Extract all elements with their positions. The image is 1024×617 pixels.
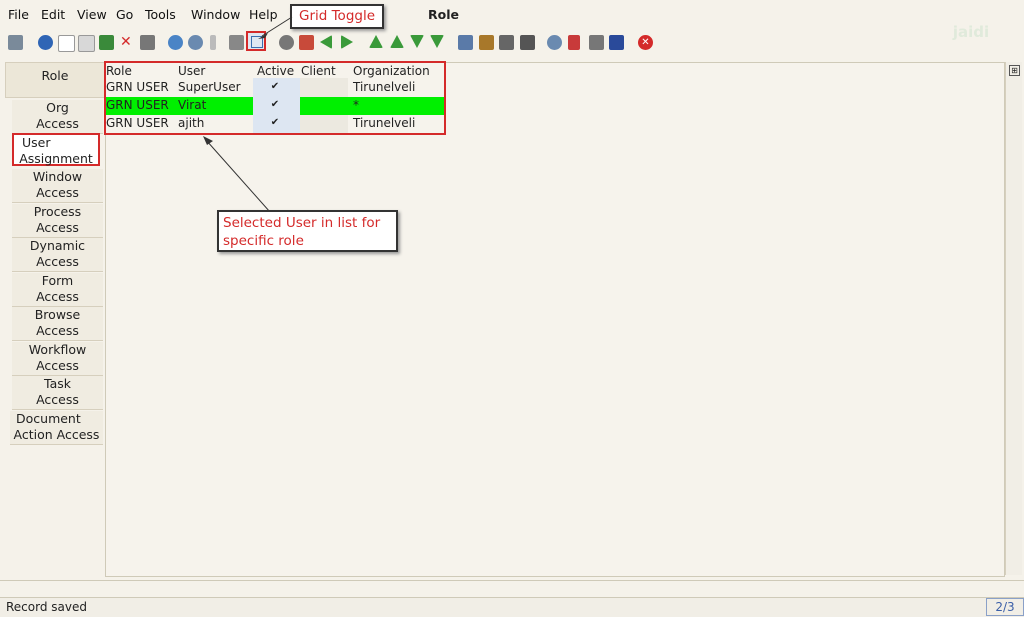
callout-line: specific role <box>223 233 304 249</box>
status-message: Record saved <box>6 600 87 614</box>
right-scrollbar[interactable]: ⊞ <box>1005 62 1022 575</box>
selected-user-arrow <box>205 139 271 213</box>
annotation-arrows <box>203 16 293 213</box>
record-count[interactable]: 2/3 <box>986 598 1024 616</box>
grid-toggle-arrow <box>261 16 293 37</box>
expand-icon[interactable]: ⊞ <box>1009 65 1020 76</box>
selected-user-callout: Selected User in list for specific role <box>217 210 398 252</box>
selected-user-arrowhead <box>203 136 213 145</box>
callout-line: Selected User in list for <box>223 215 381 231</box>
status-bar: Record saved <box>0 597 1024 617</box>
divider <box>0 580 1024 581</box>
grid-toggle-arrowhead <box>258 33 268 39</box>
